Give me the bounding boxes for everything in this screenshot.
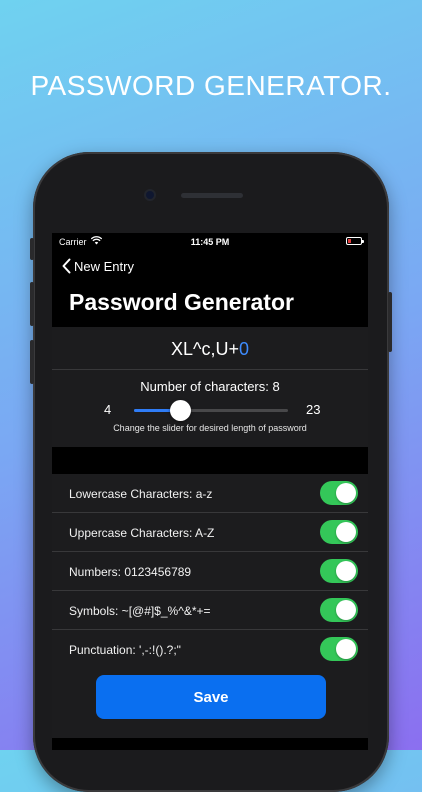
- numbers-toggle[interactable]: [320, 559, 358, 583]
- slider-hint: Change the slider for desired length of …: [113, 423, 307, 433]
- option-symbols: Symbols: ~[@#]$_%^&*+=: [52, 591, 368, 630]
- slider-min-label: 4: [104, 402, 112, 417]
- headline: PASSWORD GENERATOR.: [30, 70, 392, 101]
- battery-icon: [346, 237, 364, 245]
- phone-screen: Carrier 11:45 PM New Entry Password Gene…: [52, 233, 368, 750]
- section-spacer: [52, 447, 368, 474]
- option-lowercase: Lowercase Characters: a-z: [52, 474, 368, 513]
- option-numbers: Numbers: 0123456789: [52, 552, 368, 591]
- side-button-mute: [30, 238, 34, 260]
- option-label: Lowercase Characters: a-z: [69, 487, 213, 501]
- option-label: Numbers: 0123456789: [69, 565, 192, 579]
- length-slider-row: 4 23: [52, 394, 368, 422]
- page-title: Password Generator: [69, 289, 294, 315]
- side-button-volume-up: [30, 282, 34, 326]
- lowercase-toggle[interactable]: [320, 481, 358, 505]
- side-button-volume-down: [30, 340, 34, 384]
- navigation-bar: New Entry: [52, 251, 368, 281]
- generator-card: XL^c,U+0 Number of characters: 8 4 23 Ch…: [52, 327, 368, 447]
- toggle-knob: [336, 561, 356, 581]
- password-text: XL^c,U+: [171, 339, 239, 359]
- length-slider[interactable]: [134, 409, 288, 412]
- save-section: Save: [52, 668, 368, 738]
- password-last-char: 0: [238, 339, 249, 359]
- status-bar: Carrier 11:45 PM: [52, 233, 368, 251]
- symbols-toggle[interactable]: [320, 598, 358, 622]
- options-list: Lowercase Characters: a-z Uppercase Char…: [52, 474, 368, 668]
- chevron-left-icon: [62, 258, 71, 274]
- toggle-knob: [336, 522, 356, 542]
- earpiece-speaker: [181, 193, 243, 198]
- character-count-label: Number of characters: 8: [140, 379, 280, 394]
- punctuation-toggle[interactable]: [320, 637, 358, 661]
- toggle-knob: [336, 600, 356, 620]
- uppercase-toggle[interactable]: [320, 520, 358, 544]
- option-punctuation: Punctuation: ',-:!().?;": [52, 630, 368, 668]
- option-label: Uppercase Characters: A-Z: [69, 526, 215, 540]
- generated-password[interactable]: XL^c,U+0: [52, 327, 368, 369]
- side-button-power: [388, 292, 392, 352]
- front-camera: [146, 191, 154, 199]
- back-button[interactable]: New Entry: [62, 258, 134, 274]
- option-label: Symbols: ~[@#]$_%^&*+=: [69, 604, 211, 618]
- option-label: Punctuation: ',-:!().?;": [69, 643, 181, 657]
- status-time: 11:45 PM: [190, 237, 230, 247]
- slider-thumb[interactable]: [170, 400, 192, 421]
- save-button[interactable]: Save: [96, 675, 326, 719]
- toggle-knob: [336, 483, 356, 503]
- toggle-knob: [336, 639, 356, 659]
- back-button-label: New Entry: [74, 258, 134, 274]
- option-uppercase: Uppercase Characters: A-Z: [52, 513, 368, 552]
- slider-max-label: 23: [306, 402, 321, 417]
